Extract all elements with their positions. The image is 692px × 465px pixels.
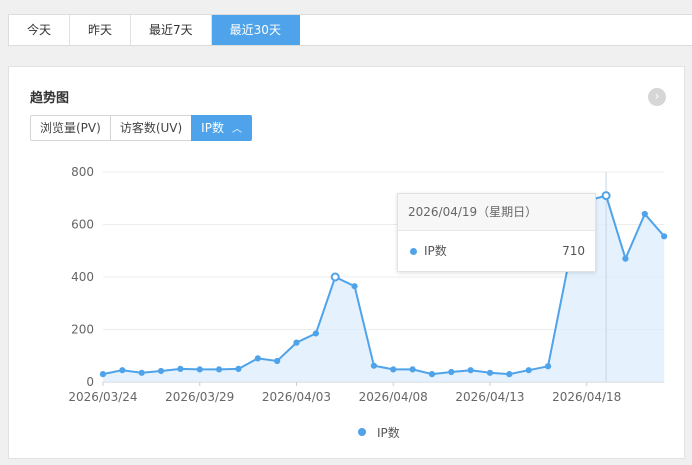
data-point[interactable] (274, 357, 281, 365)
data-point[interactable] (351, 283, 358, 290)
y-axis-ticks: 0 200 400 600 800 (71, 165, 94, 389)
y-tick-label: 400 (71, 270, 94, 284)
data-point[interactable] (293, 339, 300, 346)
data-point[interactable] (506, 371, 513, 378)
chart-tooltip: 2026/04/19（星期日） IP数 710 (397, 193, 596, 272)
legend-marker (358, 428, 366, 436)
data-point[interactable] (544, 363, 552, 370)
data-point[interactable] (196, 366, 203, 373)
tooltip-series-dot (410, 248, 417, 255)
data-point[interactable] (235, 365, 242, 372)
y-tick-label: 800 (71, 165, 94, 179)
data-point[interactable] (119, 367, 126, 374)
y-tick-label: 600 (71, 218, 94, 232)
data-point[interactable] (254, 355, 261, 362)
data-point[interactable] (312, 330, 319, 337)
x-axis-ticks: 2026/03/24 2026/03/29 2026/04/03 2026/04/08… (68, 382, 621, 404)
x-tick-label: 2026/04/03 (262, 390, 331, 404)
data-point[interactable] (330, 272, 340, 282)
data-point[interactable] (467, 367, 474, 374)
y-tick-label: 0 (86, 375, 94, 389)
data-point[interactable] (370, 362, 377, 369)
data-point[interactable] (409, 366, 416, 373)
x-tick-label: 2026/04/08 (359, 390, 428, 404)
x-tick-label: 2026/04/18 (552, 390, 621, 404)
x-tick-label: 2026/04/13 (455, 390, 524, 404)
data-point[interactable] (622, 255, 629, 262)
data-point[interactable] (448, 368, 455, 376)
tooltip-row: IP数 710 (398, 231, 595, 271)
tooltip-value: 710 (562, 244, 585, 258)
data-point[interactable] (390, 366, 397, 373)
data-point[interactable] (661, 233, 668, 240)
data-point[interactable] (138, 369, 145, 376)
tooltip-date: 2026/04/19（星期日） (398, 194, 595, 231)
tooltip-series-name: IP数 (424, 244, 447, 258)
data-point[interactable] (601, 191, 611, 201)
x-tick-label: 2026/03/29 (165, 390, 234, 404)
legend-label: IP数 (377, 425, 400, 440)
y-tick-label: 200 (71, 323, 94, 337)
data-point[interactable] (641, 210, 648, 218)
data-point[interactable] (216, 366, 223, 373)
x-tick-label: 2026/03/24 (68, 390, 137, 404)
data-point[interactable] (177, 365, 184, 372)
data-point[interactable] (157, 367, 165, 375)
data-point[interactable] (486, 369, 494, 376)
data-point[interactable] (428, 371, 436, 378)
data-point[interactable] (525, 367, 532, 374)
data-point[interactable] (99, 371, 107, 378)
